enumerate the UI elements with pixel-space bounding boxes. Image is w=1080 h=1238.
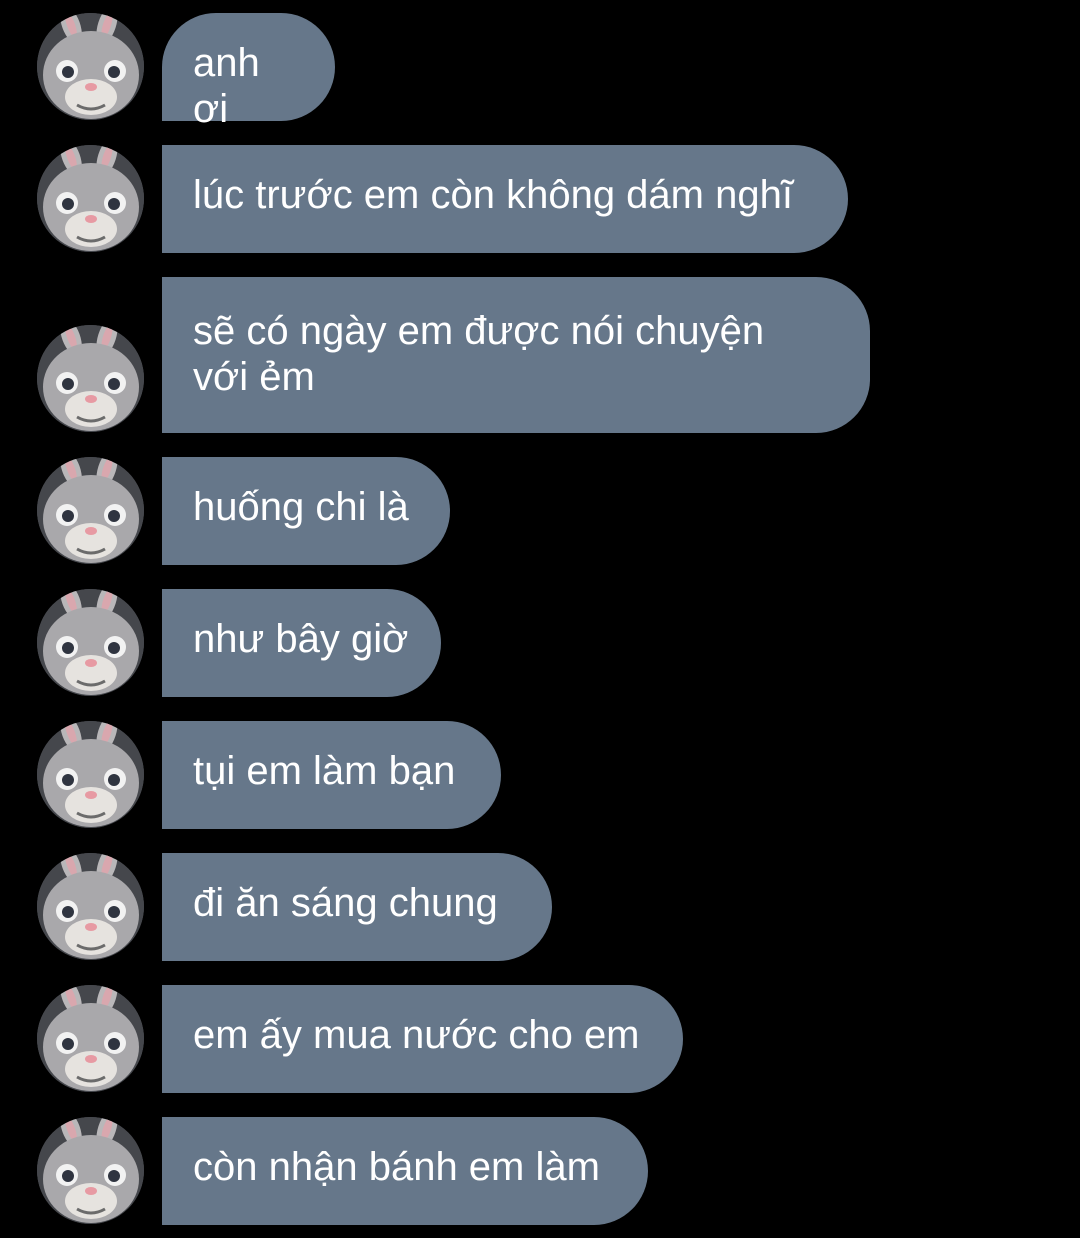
bunny-mascot-icon xyxy=(37,589,144,696)
message-text: lúc trước em còn không dám nghĩ xyxy=(193,173,793,217)
message-bubble[interactable]: huống chi là xyxy=(162,457,450,565)
message-bubble[interactable]: như bây giờ xyxy=(162,589,441,697)
avatar[interactable] xyxy=(37,853,144,960)
message-text: như bây giờ xyxy=(193,617,409,661)
avatar[interactable] xyxy=(37,325,144,432)
bunny-mascot-icon xyxy=(37,13,144,120)
message-bubble[interactable]: em ấy mua nước cho em xyxy=(162,985,683,1093)
message-text: đi ăn sáng chung xyxy=(193,881,498,925)
message-bubble[interactable]: còn nhận bánh em làm xyxy=(162,1117,648,1225)
bunny-mascot-icon xyxy=(37,145,144,252)
message-text: sẽ có ngày em được nói chuyện với ẻm xyxy=(193,309,765,399)
message-bubble[interactable]: lúc trước em còn không dám nghĩ xyxy=(162,145,848,253)
avatar[interactable] xyxy=(37,13,144,120)
bunny-mascot-icon xyxy=(37,1117,144,1224)
bunny-mascot-icon xyxy=(37,457,144,564)
message-text: huống chi là xyxy=(193,485,409,529)
message-bubble[interactable]: tụi em làm bạn xyxy=(162,721,501,829)
message-text: còn nhận bánh em làm xyxy=(193,1145,600,1189)
avatar[interactable] xyxy=(37,721,144,828)
message-bubble[interactable]: đi ăn sáng chung xyxy=(162,853,552,961)
avatar[interactable] xyxy=(37,1117,144,1224)
avatar[interactable] xyxy=(37,145,144,252)
bunny-mascot-icon xyxy=(37,721,144,828)
avatar[interactable] xyxy=(37,985,144,1092)
avatar[interactable] xyxy=(37,457,144,564)
bunny-mascot-icon xyxy=(37,985,144,1092)
chat-thread: anh ơi lúc trước em còn không dám nghĩ s… xyxy=(0,0,1080,1238)
message-text: tụi em làm bạn xyxy=(193,749,456,793)
bunny-mascot-icon xyxy=(37,853,144,960)
message-bubble[interactable]: anh ơi xyxy=(162,13,335,131)
message-text: anh ơi xyxy=(193,41,271,131)
message-text: em ấy mua nước cho em xyxy=(193,1013,640,1057)
avatar[interactable] xyxy=(37,589,144,696)
message-bubble[interactable]: sẽ có ngày em được nói chuyện với ẻm xyxy=(162,277,870,433)
bunny-mascot-icon xyxy=(37,325,144,432)
